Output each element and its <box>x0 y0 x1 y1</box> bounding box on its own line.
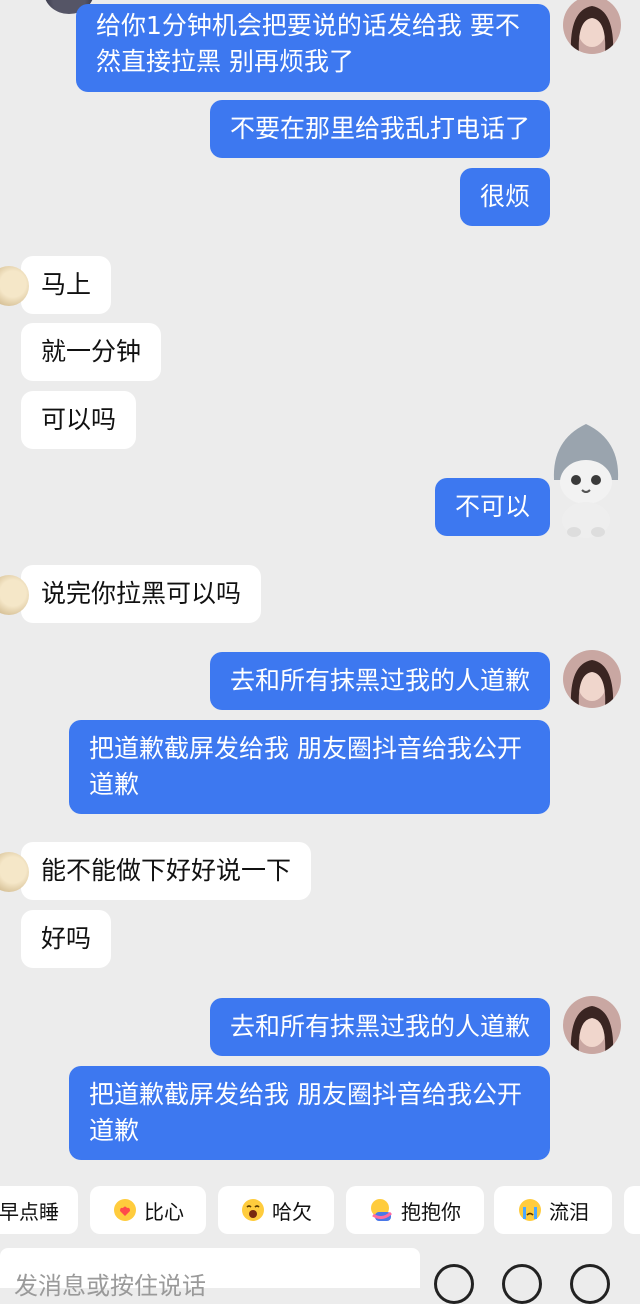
message-bubble-incoming[interactable]: 可以吗 <box>21 391 137 449</box>
message-bubble-incoming[interactable]: 说完你拉黑可以吗 <box>0 565 262 623</box>
quick-reply-label: 流泪 <box>549 1199 589 1224</box>
message-text: 好吗 <box>41 924 92 953</box>
quick-reply-more[interactable] <box>624 1186 640 1234</box>
message-text: 不要在那里给我乱打电话了 <box>229 114 530 143</box>
hug-emoji-icon <box>371 1199 392 1221</box>
contact-avatar-small[interactable] <box>0 852 29 892</box>
my-avatar[interactable] <box>563 0 621 54</box>
message-bubble-outgoing[interactable]: 把道歉截屏发给我 朋友圈抖音给我公开道歉 <box>69 1066 550 1160</box>
message-bubble-outgoing[interactable]: 不可以 <box>434 478 550 536</box>
quick-reply-yawn[interactable]: 哈欠 <box>218 1186 334 1234</box>
quick-reply-hug[interactable]: 抱抱你 <box>346 1186 484 1234</box>
yawn-emoji-icon <box>242 1199 264 1221</box>
message-bubble-outgoing[interactable]: 去和所有抹黑过我的人道歉 <box>209 652 550 710</box>
message-text: 不可以 <box>454 492 530 521</box>
message-text: 很烦 <box>479 182 530 211</box>
message-bubble-incoming[interactable]: 马上 <box>0 256 112 314</box>
quick-reply-heart[interactable]: 比心 <box>90 1186 206 1234</box>
message-bubble-outgoing[interactable]: 把道歉截屏发给我 朋友圈抖音给我公开道歉 <box>69 720 550 814</box>
message-text: 能不能做下好好说一下 <box>41 856 292 885</box>
message-bubble-incoming[interactable]: 能不能做下好好说一下 <box>0 842 312 900</box>
message-text: 去和所有抹黑过我的人道歉 <box>229 1012 530 1041</box>
my-avatar[interactable] <box>563 650 621 708</box>
quick-reply-tears[interactable]: 流泪 <box>494 1186 612 1234</box>
quick-reply-label: 抱抱你 <box>401 1199 461 1224</box>
crying-emoji-icon <box>519 1199 541 1221</box>
message-bubble-outgoing[interactable]: 很烦 <box>459 168 550 226</box>
message-text: 把道歉截屏发给我 朋友圈抖音给我公开道歉 <box>89 734 522 799</box>
message-input-bar[interactable]: 发消息或按住说话 <box>0 1248 640 1304</box>
my-avatar[interactable] <box>563 996 621 1054</box>
message-input-placeholder: 发消息或按住说话 <box>14 1272 206 1300</box>
chat-area[interactable]: 给你1分钟机会把要说的话发给我 要不然直接拉黑 别再烦我了 不要在那里给我乱打电… <box>0 0 640 1180</box>
add-icon[interactable] <box>570 1264 610 1304</box>
emoji-icon[interactable] <box>434 1264 474 1304</box>
message-bubble-incoming[interactable]: 就一分钟 <box>21 323 162 381</box>
quick-reply-bar[interactable]: 早点睡 比心 哈欠 抱抱你 流泪 <box>0 1186 640 1238</box>
message-bubble-incoming[interactable]: 好吗 <box>21 910 112 968</box>
message-bubble-outgoing[interactable]: 给你1分钟机会把要说的话发给我 要不然直接拉黑 别再烦我了 <box>76 4 550 92</box>
message-text: 就一分钟 <box>41 337 142 366</box>
quick-reply-label: 早点睡 <box>0 1199 59 1224</box>
message-bubble-outgoing[interactable]: 去和所有抹黑过我的人道歉 <box>209 998 550 1056</box>
quick-reply-early-sleep[interactable]: 早点睡 <box>0 1186 78 1234</box>
contact-avatar-small[interactable] <box>0 266 29 306</box>
message-bubble-outgoing[interactable]: 不要在那里给我乱打电话了 <box>209 100 550 158</box>
message-text: 马上 <box>41 270 92 299</box>
message-input[interactable]: 发消息或按住说话 <box>0 1248 420 1300</box>
message-text: 说完你拉黑可以吗 <box>41 579 242 608</box>
quick-reply-label: 比心 <box>144 1199 184 1224</box>
message-text: 给你1分钟机会把要说的话发给我 要不然直接拉黑 别再烦我了 <box>96 11 520 76</box>
heart-hands-emoji-icon <box>114 1199 136 1221</box>
message-text: 去和所有抹黑过我的人道歉 <box>229 666 530 695</box>
sticker-icon[interactable] <box>502 1264 542 1304</box>
shark-cat-avatar[interactable] <box>544 420 628 540</box>
contact-avatar-small[interactable] <box>0 575 29 615</box>
message-text: 可以吗 <box>41 405 117 434</box>
message-text: 把道歉截屏发给我 朋友圈抖音给我公开道歉 <box>89 1080 522 1145</box>
quick-reply-label: 哈欠 <box>272 1199 312 1224</box>
